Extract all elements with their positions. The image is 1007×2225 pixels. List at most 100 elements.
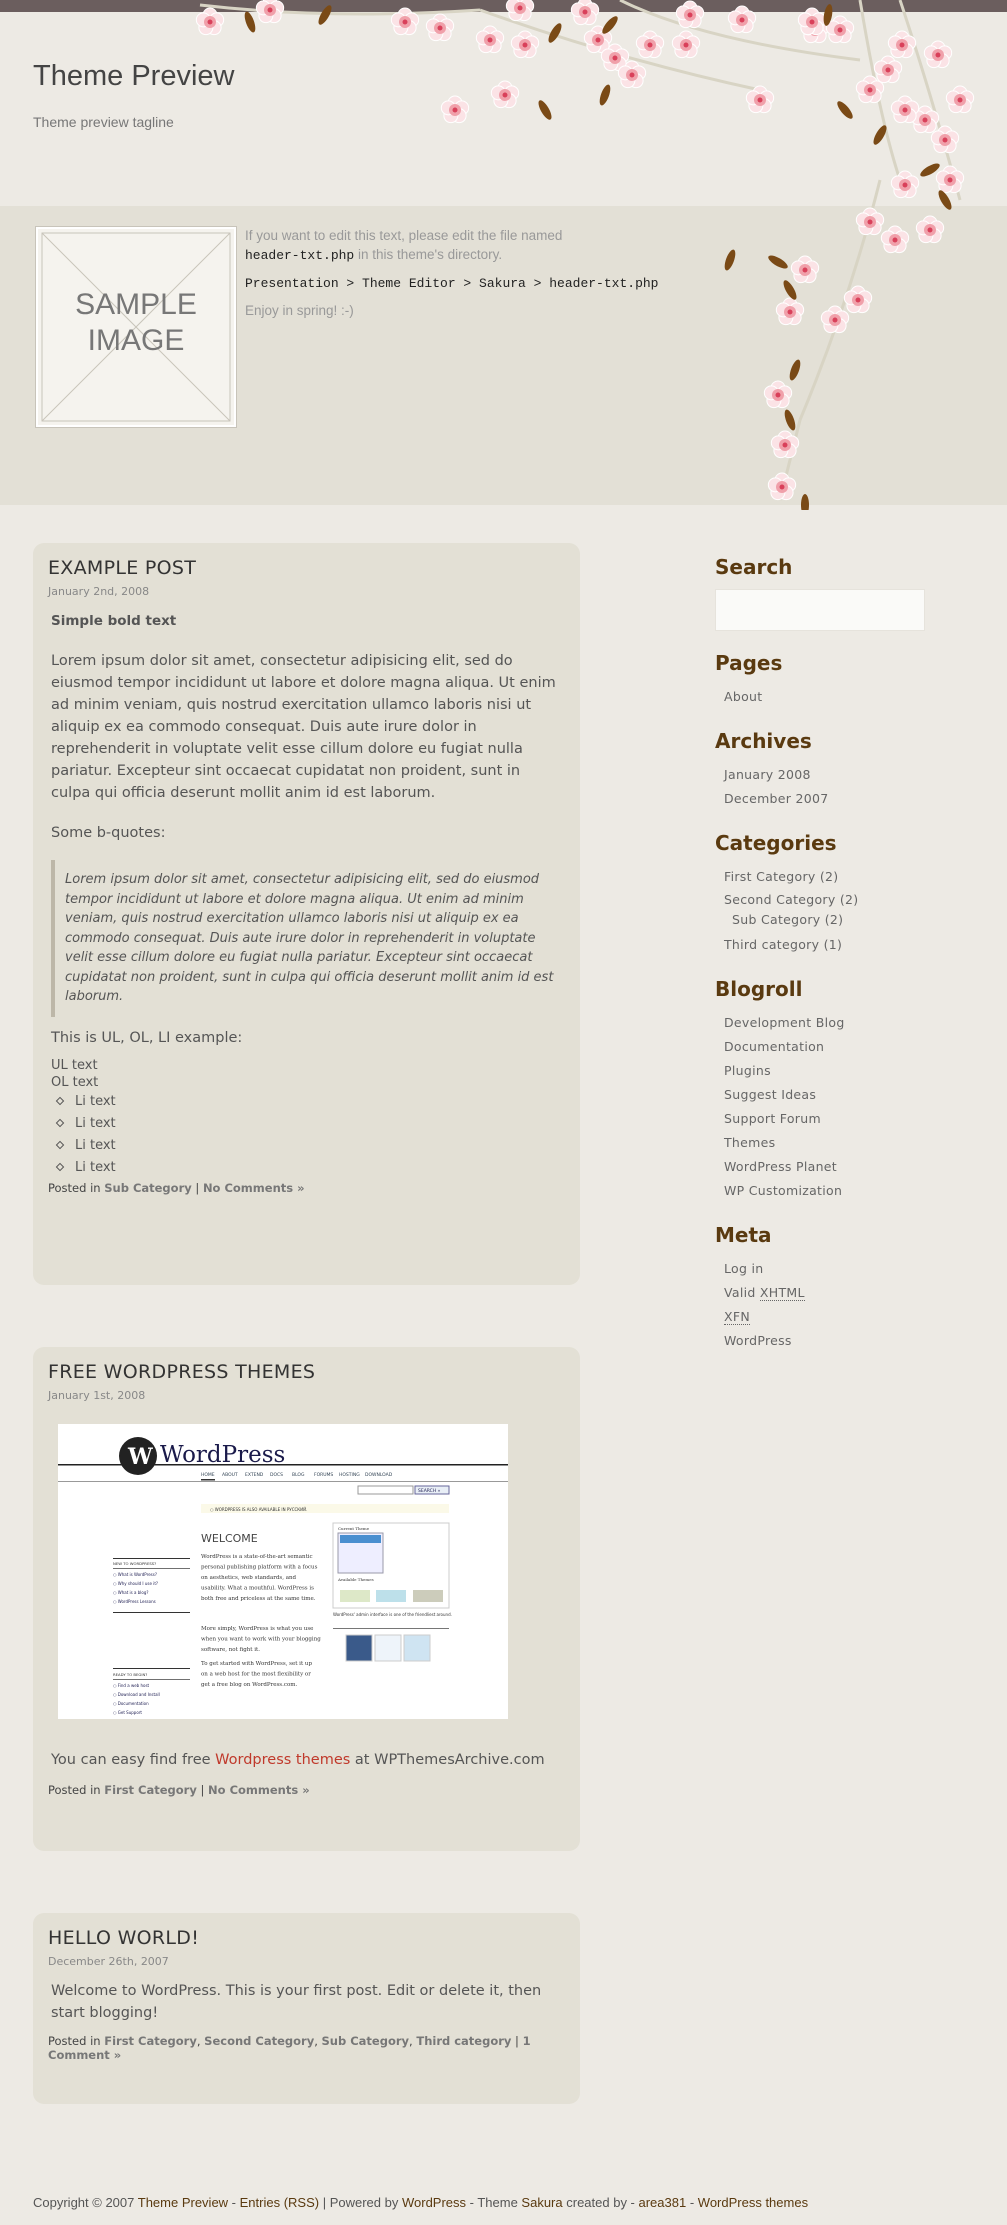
screenshot-text: ○ Get Support	[113, 1710, 142, 1715]
post-hello-world: HELLO WORLD! December 26th, 2007 Welcome…	[33, 1913, 580, 2104]
pages-widget: Pages About	[715, 651, 965, 709]
screenshot-text: ○ What is a blog?	[113, 1590, 149, 1595]
list-label: This is UL, OL, LI example:	[51, 1029, 243, 1046]
archive-link[interactable]: December 2007	[724, 787, 965, 811]
category-link[interactable]: Third category (1)	[724, 933, 965, 957]
archives-widget: Archives January 2008 December 2007	[715, 729, 965, 811]
list-item: Li text	[51, 1113, 563, 1135]
category-link[interactable]: First Category (2)	[724, 865, 965, 889]
login-link[interactable]: Log in	[724, 1257, 965, 1281]
widget-title: Archives	[715, 729, 812, 753]
blossom-flower	[770, 430, 800, 459]
category-link[interactable]: First Category	[104, 2034, 197, 2048]
valid-xhtml-link[interactable]: Valid XHTML	[724, 1281, 965, 1305]
leaf	[244, 11, 256, 33]
screenshot-text: ○ WORDPRESS IS ALSO AVAILABLE IN РУССКИЙ…	[210, 1507, 307, 1512]
blossom-flower	[797, 7, 827, 36]
blogroll-link[interactable]: Support Forum	[724, 1107, 965, 1131]
post-paragraph: Welcome to WordPress. This is your first…	[51, 1983, 542, 2021]
rss-link[interactable]: Entries (RSS)	[240, 2195, 319, 2210]
footer: Copyright © 2007 Theme Preview - Entries…	[33, 2195, 809, 2210]
blossom-flower	[890, 95, 920, 124]
category-link[interactable]: Third category	[416, 2034, 511, 2048]
screenshot-text: software, not fight it.	[201, 1647, 260, 1653]
category-link[interactable]: Second Category	[204, 2034, 314, 2048]
search-input[interactable]	[715, 589, 925, 631]
author-link[interactable]: area381	[639, 2195, 687, 2210]
blossom-flower	[745, 85, 775, 114]
category-link[interactable]: Sub Category (2)	[724, 911, 965, 929]
blossom-flower	[635, 30, 665, 59]
blogroll-link[interactable]: Plugins	[724, 1059, 965, 1083]
screenshot-text: on aesthetics, web standards, and	[201, 1575, 297, 1581]
themes-link[interactable]: WordPress themes	[698, 2195, 808, 2210]
ol-text: OL text	[51, 1074, 99, 1090]
blossom-flower	[440, 95, 470, 124]
category-link[interactable]: Second Category (2)	[724, 889, 965, 911]
post-title[interactable]: FREE WORDPRESS THEMES	[48, 1361, 563, 1383]
widget-title: Pages	[715, 651, 783, 675]
list-item: Li text	[51, 1157, 563, 1179]
widget-title: Categories	[715, 831, 837, 855]
site-link[interactable]: Theme Preview	[138, 2195, 228, 2210]
bold-text: Simple bold text	[51, 613, 177, 629]
archive-link[interactable]: January 2008	[724, 763, 965, 787]
screenshot-text: WordPress' admin interface is one of the…	[333, 1612, 452, 1617]
blogroll-link[interactable]: Documentation	[724, 1035, 965, 1059]
blogroll-link[interactable]: Development Blog	[724, 1011, 965, 1035]
screenshot-text: Available Themes	[337, 1577, 374, 1582]
blossom-flower	[475, 25, 505, 54]
comments-link[interactable]: No Comments »	[208, 1783, 310, 1797]
meta-widget: Meta Log in Valid XHTML XFN WordPress	[715, 1223, 965, 1353]
wordpress-screenshot: W WordPress HOME ABOUT EXTEND DOCS BLOG FORUMS H…	[58, 1424, 508, 1719]
blossom-flower	[880, 225, 910, 254]
screenshot-text: personal publishing platform with a focu…	[201, 1565, 318, 1571]
xfn-link[interactable]: XFN	[724, 1305, 965, 1329]
wordpress-logo-icon: W	[127, 1444, 153, 1470]
wordpress-link[interactable]: WordPress	[402, 2195, 466, 2210]
blockquote: Lorem ipsum dolor sit amet, consectetur …	[51, 860, 561, 1017]
post-meta: Posted in First Category, Second Categor…	[48, 2034, 531, 2062]
blogroll-link[interactable]: WP Customization	[724, 1179, 965, 1203]
leaf	[538, 100, 552, 120]
screenshot-text: when you want to work with your blogging	[201, 1637, 321, 1643]
wordpress-link[interactable]: WordPress	[724, 1329, 965, 1353]
screenshot-text: ○ Download and Install	[113, 1692, 160, 1697]
sakura-link[interactable]: Sakura	[521, 2195, 562, 2210]
blogroll-widget: Blogroll Development Blog Documentation Pl…	[715, 977, 965, 1203]
blogroll-link[interactable]: Suggest Ideas	[724, 1083, 965, 1107]
ul-text: UL text	[51, 1057, 98, 1073]
category-link[interactable]: Sub Category	[322, 2034, 410, 2048]
blossom-flower	[671, 30, 701, 59]
blossom-flower	[855, 207, 885, 236]
blossom-flower	[935, 165, 965, 194]
blossom-flower	[775, 297, 805, 326]
screenshot-text: NEW TO WORDPRESS?	[113, 1561, 156, 1566]
screenshot-text: DOWNLOAD	[365, 1472, 393, 1478]
post-free-themes: FREE WORDPRESS THEMES January 1st, 2008 …	[33, 1347, 580, 1851]
leaf	[801, 494, 809, 510]
screenshot-text: WordPress is a state-of-the-art semantic	[201, 1554, 313, 1560]
category-link[interactable]: First Category	[104, 1783, 197, 1797]
blogroll-link[interactable]: Themes	[724, 1131, 965, 1155]
screenshot-text: ○ WordPress Lessons	[113, 1599, 156, 1604]
blossom-flower	[930, 125, 960, 154]
widget-title: Blogroll	[715, 977, 803, 1001]
post-title[interactable]: HELLO WORLD!	[48, 1927, 563, 1949]
diamond-bullet-icon	[55, 1140, 65, 1150]
blossom-flower	[505, 0, 535, 22]
list-item: Li text	[51, 1091, 563, 1113]
leaf	[784, 409, 796, 431]
wordpress-themes-link[interactable]: Wordpress themes	[215, 1752, 350, 1768]
post-example: EXAMPLE POST January 2nd, 2008 Simple bo…	[33, 543, 580, 1285]
post-date: January 1st, 2008	[48, 1389, 146, 1402]
post-paragraph: Lorem ipsum dolor sit amet, consectetur …	[51, 653, 556, 801]
page-link[interactable]: About	[724, 685, 965, 709]
comments-link[interactable]: No Comments »	[203, 1181, 305, 1195]
post-title[interactable]: EXAMPLE POST	[48, 557, 563, 579]
screenshot-text: To get started with WordPress, set it up	[201, 1661, 312, 1667]
category-link[interactable]: Sub Category	[104, 1181, 192, 1195]
blogroll-link[interactable]: WordPress Planet	[724, 1155, 965, 1179]
screenshot-text: both free and priceless at the same time…	[201, 1596, 316, 1602]
screenshot-text: ○ Find a web host	[113, 1683, 150, 1688]
